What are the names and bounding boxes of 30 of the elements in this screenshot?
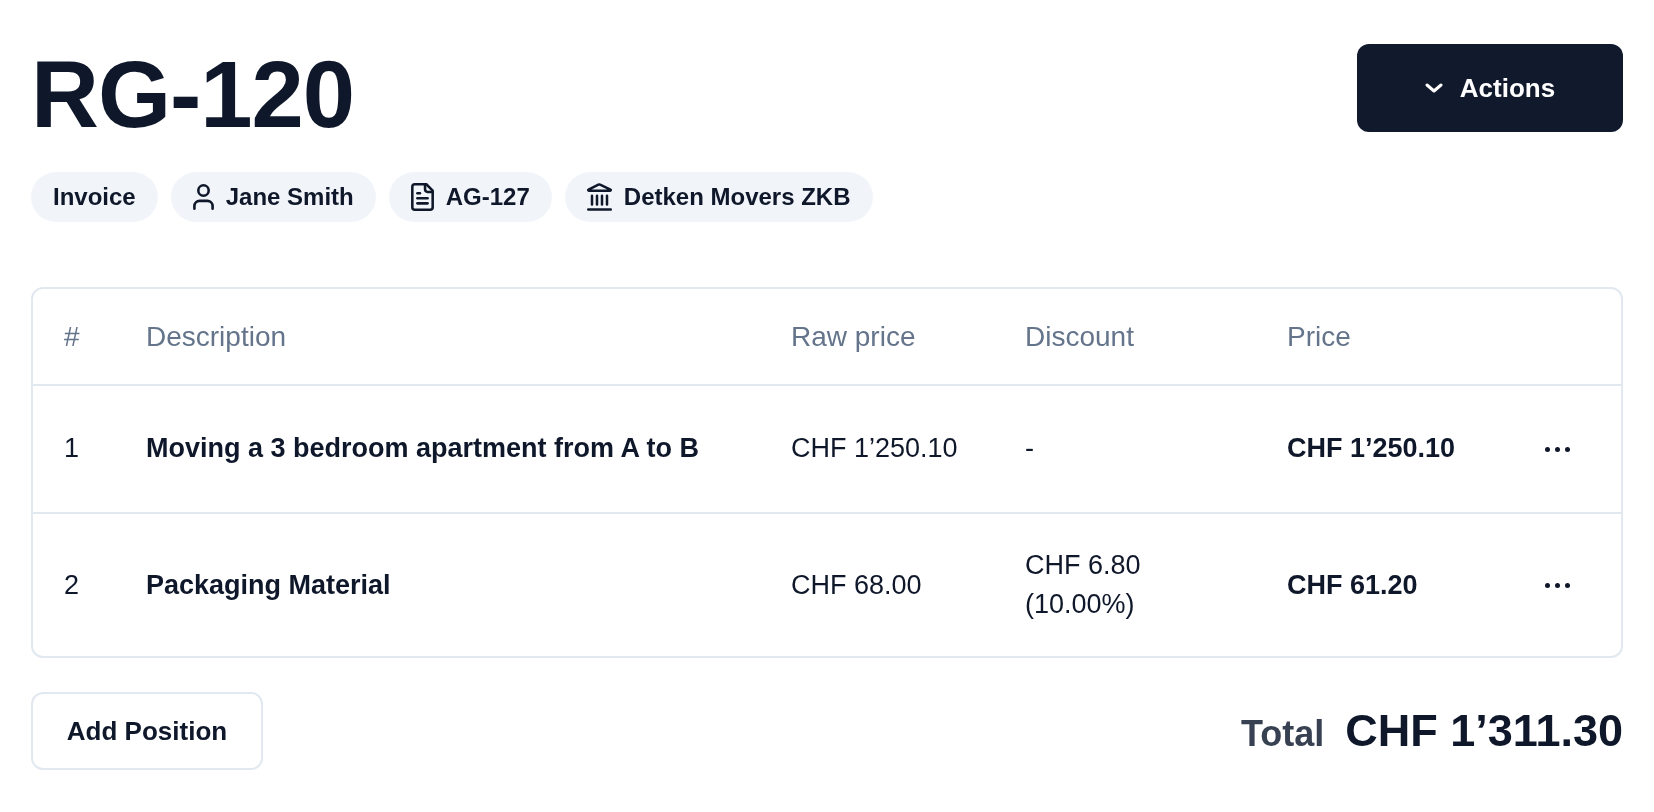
- total-label: Total: [1241, 713, 1325, 756]
- total-amount: CHF 1’311.30: [1345, 705, 1623, 758]
- table-cell-text: CHF 61.20: [1287, 568, 1418, 602]
- chevron-down-icon: [1424, 83, 1443, 93]
- table-cell-text: 1: [64, 432, 80, 466]
- tag-label: AG-127: [445, 183, 530, 211]
- column-header: Description: [146, 320, 287, 353]
- table-cell-text: -: [1025, 432, 1034, 466]
- tag-label: Jane Smith: [225, 183, 354, 211]
- more-menu-icon[interactable]: [1545, 446, 1570, 452]
- column-header: Raw price: [791, 320, 916, 353]
- column-header: #: [64, 320, 80, 353]
- tag-label: Invoice: [53, 183, 136, 211]
- column-header: Price: [1287, 320, 1351, 353]
- column-header: Discount: [1025, 320, 1134, 353]
- document-icon: [410, 183, 434, 211]
- table-cell-text: CHF 1’250.10: [1287, 432, 1456, 466]
- table-cell-text: 2: [64, 568, 80, 602]
- table-cell-text: Moving a 3 bedroom apartment from A to B: [146, 432, 700, 466]
- add-position-button[interactable]: Add Position: [31, 692, 263, 771]
- document-title: RG-120: [31, 48, 355, 142]
- tag-label: Detken Movers ZKB: [623, 183, 851, 211]
- person-icon: [192, 184, 214, 210]
- more-menu-icon[interactable]: [1545, 582, 1570, 588]
- actions-button[interactable]: Actions: [1357, 44, 1623, 132]
- table-cell-text: CHF 68.00: [791, 568, 922, 602]
- table-cell-text: Packaging Material: [146, 568, 391, 602]
- table-cell-text: CHF 1’250.10: [791, 432, 958, 466]
- bank-building-icon: [586, 183, 612, 211]
- table-cell-text: CHF 6.80 (10.00%): [1025, 549, 1142, 622]
